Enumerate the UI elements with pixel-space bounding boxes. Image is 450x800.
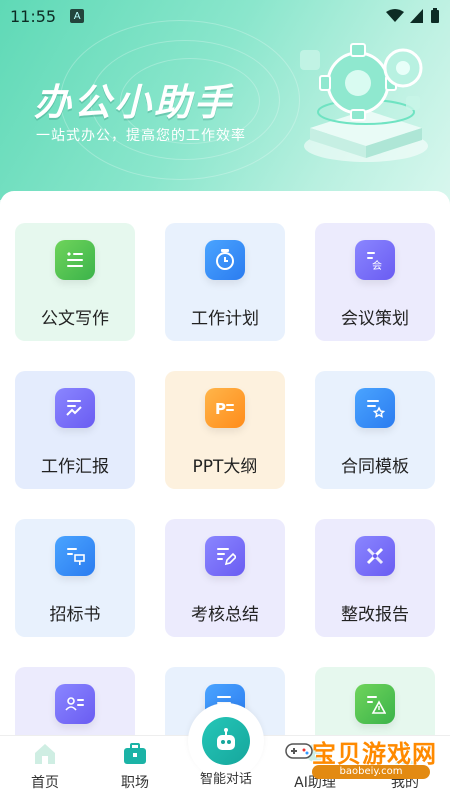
svg-text:P: P	[215, 400, 226, 418]
home-icon	[35, 744, 55, 764]
hero-subtitle: 一站式办公，提高您的工作效率	[36, 128, 246, 144]
card-label: 工作计划	[191, 309, 259, 329]
chart-report-icon	[55, 388, 95, 428]
card-label: PPT大纲	[192, 457, 258, 477]
card-work-report[interactable]: 工作汇报	[15, 371, 135, 489]
card-label: 会议策划	[341, 309, 409, 329]
briefcase-icon	[124, 743, 146, 764]
svg-text:会: 会	[372, 259, 382, 271]
card-official-writing[interactable]: 公文写作	[15, 223, 135, 341]
robot-icon	[202, 717, 250, 765]
card-label: 考核总结	[191, 605, 259, 625]
gear-illustration-icon	[300, 43, 428, 162]
watermark: 宝贝游戏网 baobeiy.com	[282, 732, 450, 784]
tab-work[interactable]: 职场	[90, 736, 180, 800]
card-label: 公文写作	[41, 309, 109, 329]
card-label: 合同模板	[341, 457, 409, 477]
card-label: 工作汇报	[41, 457, 109, 477]
clock-calendar-icon	[205, 240, 245, 280]
card-work-plan[interactable]: 工作计划	[165, 223, 285, 341]
card-meeting-plan[interactable]: 会 会议策划	[315, 223, 435, 341]
battery-icon	[431, 8, 439, 23]
card-ppt-outline[interactable]: P PPT大纲	[165, 371, 285, 489]
profile-card-icon	[55, 684, 95, 724]
contract-star-icon	[355, 388, 395, 428]
card-label: 招标书	[49, 605, 101, 625]
meeting-doc-icon: 会	[355, 240, 395, 280]
tab-home-label: 首页	[31, 775, 59, 791]
smart-chat-label: 智能对话	[199, 772, 252, 787]
warning-doc-icon	[355, 684, 395, 724]
watermark-url: baobeiy.com	[312, 765, 430, 779]
tab-work-label: 职场	[121, 775, 149, 791]
gamepad-icon	[285, 743, 313, 759]
signal-icon	[410, 9, 423, 23]
card-rectification-report[interactable]: 整改报告	[315, 519, 435, 637]
status-time: 11:55	[10, 6, 57, 26]
watermark-text: 宝贝游戏网	[312, 740, 437, 768]
hero-title: 办公小助手	[34, 81, 234, 124]
card-assessment-summary[interactable]: 考核总结	[165, 519, 285, 637]
hero-banner: 11:55 A 办公小助手 一站式办公，提高您的工作效率	[0, 0, 450, 200]
edit-doc-icon	[205, 536, 245, 576]
card-contract-template[interactable]: 合同模板	[315, 371, 435, 489]
card-tender-document[interactable]: 招标书	[15, 519, 135, 637]
bidding-doc-icon	[55, 536, 95, 576]
repair-tool-icon	[355, 536, 395, 576]
feature-panel: 公文写作 工作计划 会 会议策划 工作汇报 P PPT大纲 合同模板 招标书 考…	[0, 191, 450, 751]
document-list-icon	[55, 240, 95, 280]
card-label: 整改报告	[341, 605, 409, 625]
wifi-icon	[386, 9, 404, 22]
tab-home[interactable]: 首页	[0, 736, 90, 800]
notification-a-icon: A	[70, 9, 85, 23]
ppt-icon: P	[205, 388, 245, 428]
